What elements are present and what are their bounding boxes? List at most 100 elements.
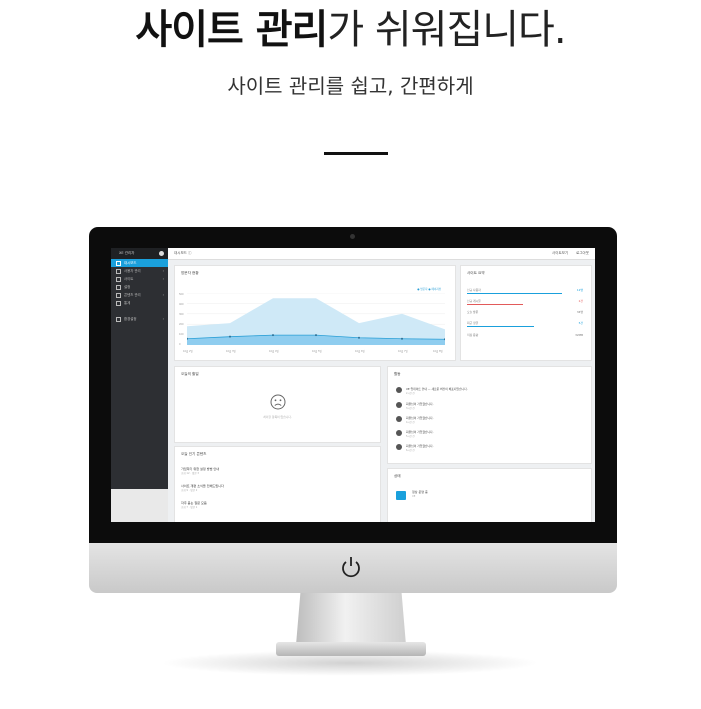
headline-bold: 사이트 관리 (135, 7, 328, 53)
chart-legend: ● 방문자 ● 페이지뷰 (417, 288, 441, 291)
sidebar-item-settings[interactable]: 설정 (111, 283, 168, 291)
y-tick-label: 200 (179, 323, 184, 326)
news-meta: 조회 7 · 댓글 1 (181, 506, 198, 509)
content-icon (116, 292, 121, 298)
y-tick-label: 0 (179, 343, 181, 346)
data-point (272, 334, 274, 337)
stat-value: 12명 (576, 288, 583, 292)
card-title: 오늘의 할일 (181, 372, 199, 376)
camera (350, 234, 355, 239)
stat-value: 5건 (578, 321, 583, 325)
stand-neck (296, 593, 406, 645)
sidebar-item-label: 설정 (124, 285, 131, 289)
status-text: 정상 운영 중 (412, 490, 428, 494)
y-tick-label: 400 (179, 303, 184, 306)
power-icon[interactable] (337, 553, 365, 581)
stat-label: 최근 댓글 (467, 321, 479, 325)
y-tick-label: 500 (179, 293, 184, 296)
avatar-icon (396, 387, 402, 393)
card-title: 사이트 요약 (467, 271, 485, 275)
sidebar-item-site[interactable]: 사이트 › (111, 275, 168, 283)
card-title: 오늘 인기 콘텐츠 (181, 452, 207, 456)
stats-icon (116, 300, 121, 306)
stat-value: 34명 (576, 310, 583, 314)
stat-bar (467, 293, 563, 294)
sidebar-item-label: 환경설정 (124, 317, 137, 321)
status-card: 상태 정상 운영 중 XE (387, 468, 592, 522)
divider (324, 152, 388, 155)
avatar-icon (396, 416, 402, 422)
activity-text: XE 업데이트 안내 — 새로운 버전이 배포되었습니다. (406, 387, 468, 391)
sidebar-header: XE 관리자 (111, 248, 168, 259)
monitor-bezel: XE 관리자 대시보드 사용자 관리 › 사이트 › 설정 콘텐츠 관리 › 통계 환… (89, 227, 617, 543)
data-point (229, 335, 231, 338)
chevron-icon: › (162, 293, 164, 297)
subtitle: 사이트 관리를 쉽고, 간편하게 (227, 74, 474, 98)
x-tick-label: 10월 5일 (312, 350, 322, 353)
stat-label: 신규 게시물 (467, 299, 481, 303)
activity-card: 활동 XE 업데이트 안내 — 새로운 버전이 배포되었습니다. 2시간 전 회원… (387, 366, 592, 464)
sidebar-item-content[interactable]: 콘텐츠 관리 › (111, 291, 168, 299)
site-status-card: 사이트 요약 신규 사용자 12명 신규 게시물 2건 오늘 방문 34명 최근 댓글… (460, 265, 592, 361)
view-site-link[interactable]: 사이트보기 (552, 251, 568, 255)
todo-card: 오늘의 할일 처리할 항목이 없습니다. (174, 366, 381, 443)
sidebar-item-stats[interactable]: 통계 (111, 299, 168, 307)
stand-base (276, 642, 426, 656)
breadcrumb: 대시보드 ⓘ (174, 251, 192, 255)
card-title: 활동 (394, 372, 401, 376)
empty-message: 처리할 항목이 없습니다. (263, 415, 292, 419)
data-point (401, 337, 403, 340)
topbar-links: 사이트보기 로그아웃 (544, 248, 589, 259)
topbar: 대시보드 ⓘ 사이트보기 로그아웃 (168, 248, 595, 260)
sidebar: XE 관리자 대시보드 사용자 관리 › 사이트 › 설정 콘텐츠 관리 › 통계 환… (111, 248, 168, 489)
sidebar-item-dashboard[interactable]: 대시보드 (111, 259, 168, 267)
stat-row: 신규 게시물 2건 (467, 299, 583, 303)
chevron-icon: › (162, 269, 164, 273)
logout-link[interactable]: 로그아웃 (576, 251, 589, 255)
monitor: XE 관리자 대시보드 사용자 관리 › 사이트 › 설정 콘텐츠 관리 › 통계 환… (89, 227, 617, 593)
headline-rest: 가 쉬워집니다. (327, 7, 566, 53)
x-tick-label: 10월 6일 (355, 350, 365, 353)
data-point (315, 334, 317, 337)
sidebar-item-label: 사이트 (124, 277, 134, 281)
stat-bar (467, 326, 535, 327)
avatar-icon (396, 430, 402, 436)
sidebar-item-label: 콘텐츠 관리 (124, 293, 141, 297)
popular-card: 오늘 인기 콘텐츠 가입하기 위한 설정 방법 안내 조회 12 · 댓글 3 … (174, 446, 381, 522)
sidebar-item-users[interactable]: 사용자 관리 › (111, 267, 168, 275)
activity-time: 6시간 전 (406, 449, 415, 452)
stat-row: 신규 사용자 12명 (467, 288, 583, 292)
activity-time: 2시간 전 (406, 392, 415, 395)
sidebar-item-label: 사용자 관리 (124, 269, 141, 273)
activity-time: 4시간 전 (406, 421, 415, 424)
visitor-card: 방문자 현황 ● 방문자 ● 페이지뷰 500 400 300 200 100 … (174, 265, 456, 361)
headline: 사이트 관리가 쉬워집니다. (0, 6, 701, 54)
y-tick-label: 300 (179, 313, 184, 316)
stat-bar (467, 304, 523, 305)
visitor-area-chart (187, 293, 445, 345)
stat-label: 신규 사용자 (467, 288, 481, 292)
settings-icon (116, 284, 121, 290)
screen: XE 관리자 대시보드 사용자 관리 › 사이트 › 설정 콘텐츠 관리 › 통계 환… (111, 248, 595, 522)
x-tick-label: 10월 3일 (226, 350, 236, 353)
sad-face-icon (270, 394, 286, 410)
sidebar-item-config[interactable]: 환경설정 › (111, 315, 168, 323)
sidebar-title: XE 관리자 (119, 251, 135, 255)
dashboard-icon (116, 260, 121, 266)
stat-label: 오늘 방문 (467, 310, 479, 314)
news-meta: 조회 12 · 댓글 3 (181, 472, 199, 475)
card-title: 상태 (394, 474, 401, 478)
logo-icon (159, 251, 164, 256)
activity-time: 3시간 전 (406, 407, 415, 410)
gear-icon (116, 316, 121, 322)
x-tick-label: 10월 2일 (183, 350, 193, 353)
chevron-icon: › (162, 277, 164, 281)
data-point (358, 336, 360, 339)
activity-time: 5시간 전 (406, 435, 415, 438)
monitor-icon (396, 491, 406, 500)
avatar-icon (396, 444, 402, 450)
user-icon (116, 268, 121, 274)
sidebar-item-label: 통계 (124, 301, 131, 305)
news-meta: 조회 9 · 댓글 2 (181, 489, 198, 492)
stat-row: 최근 댓글 5건 (467, 321, 583, 325)
